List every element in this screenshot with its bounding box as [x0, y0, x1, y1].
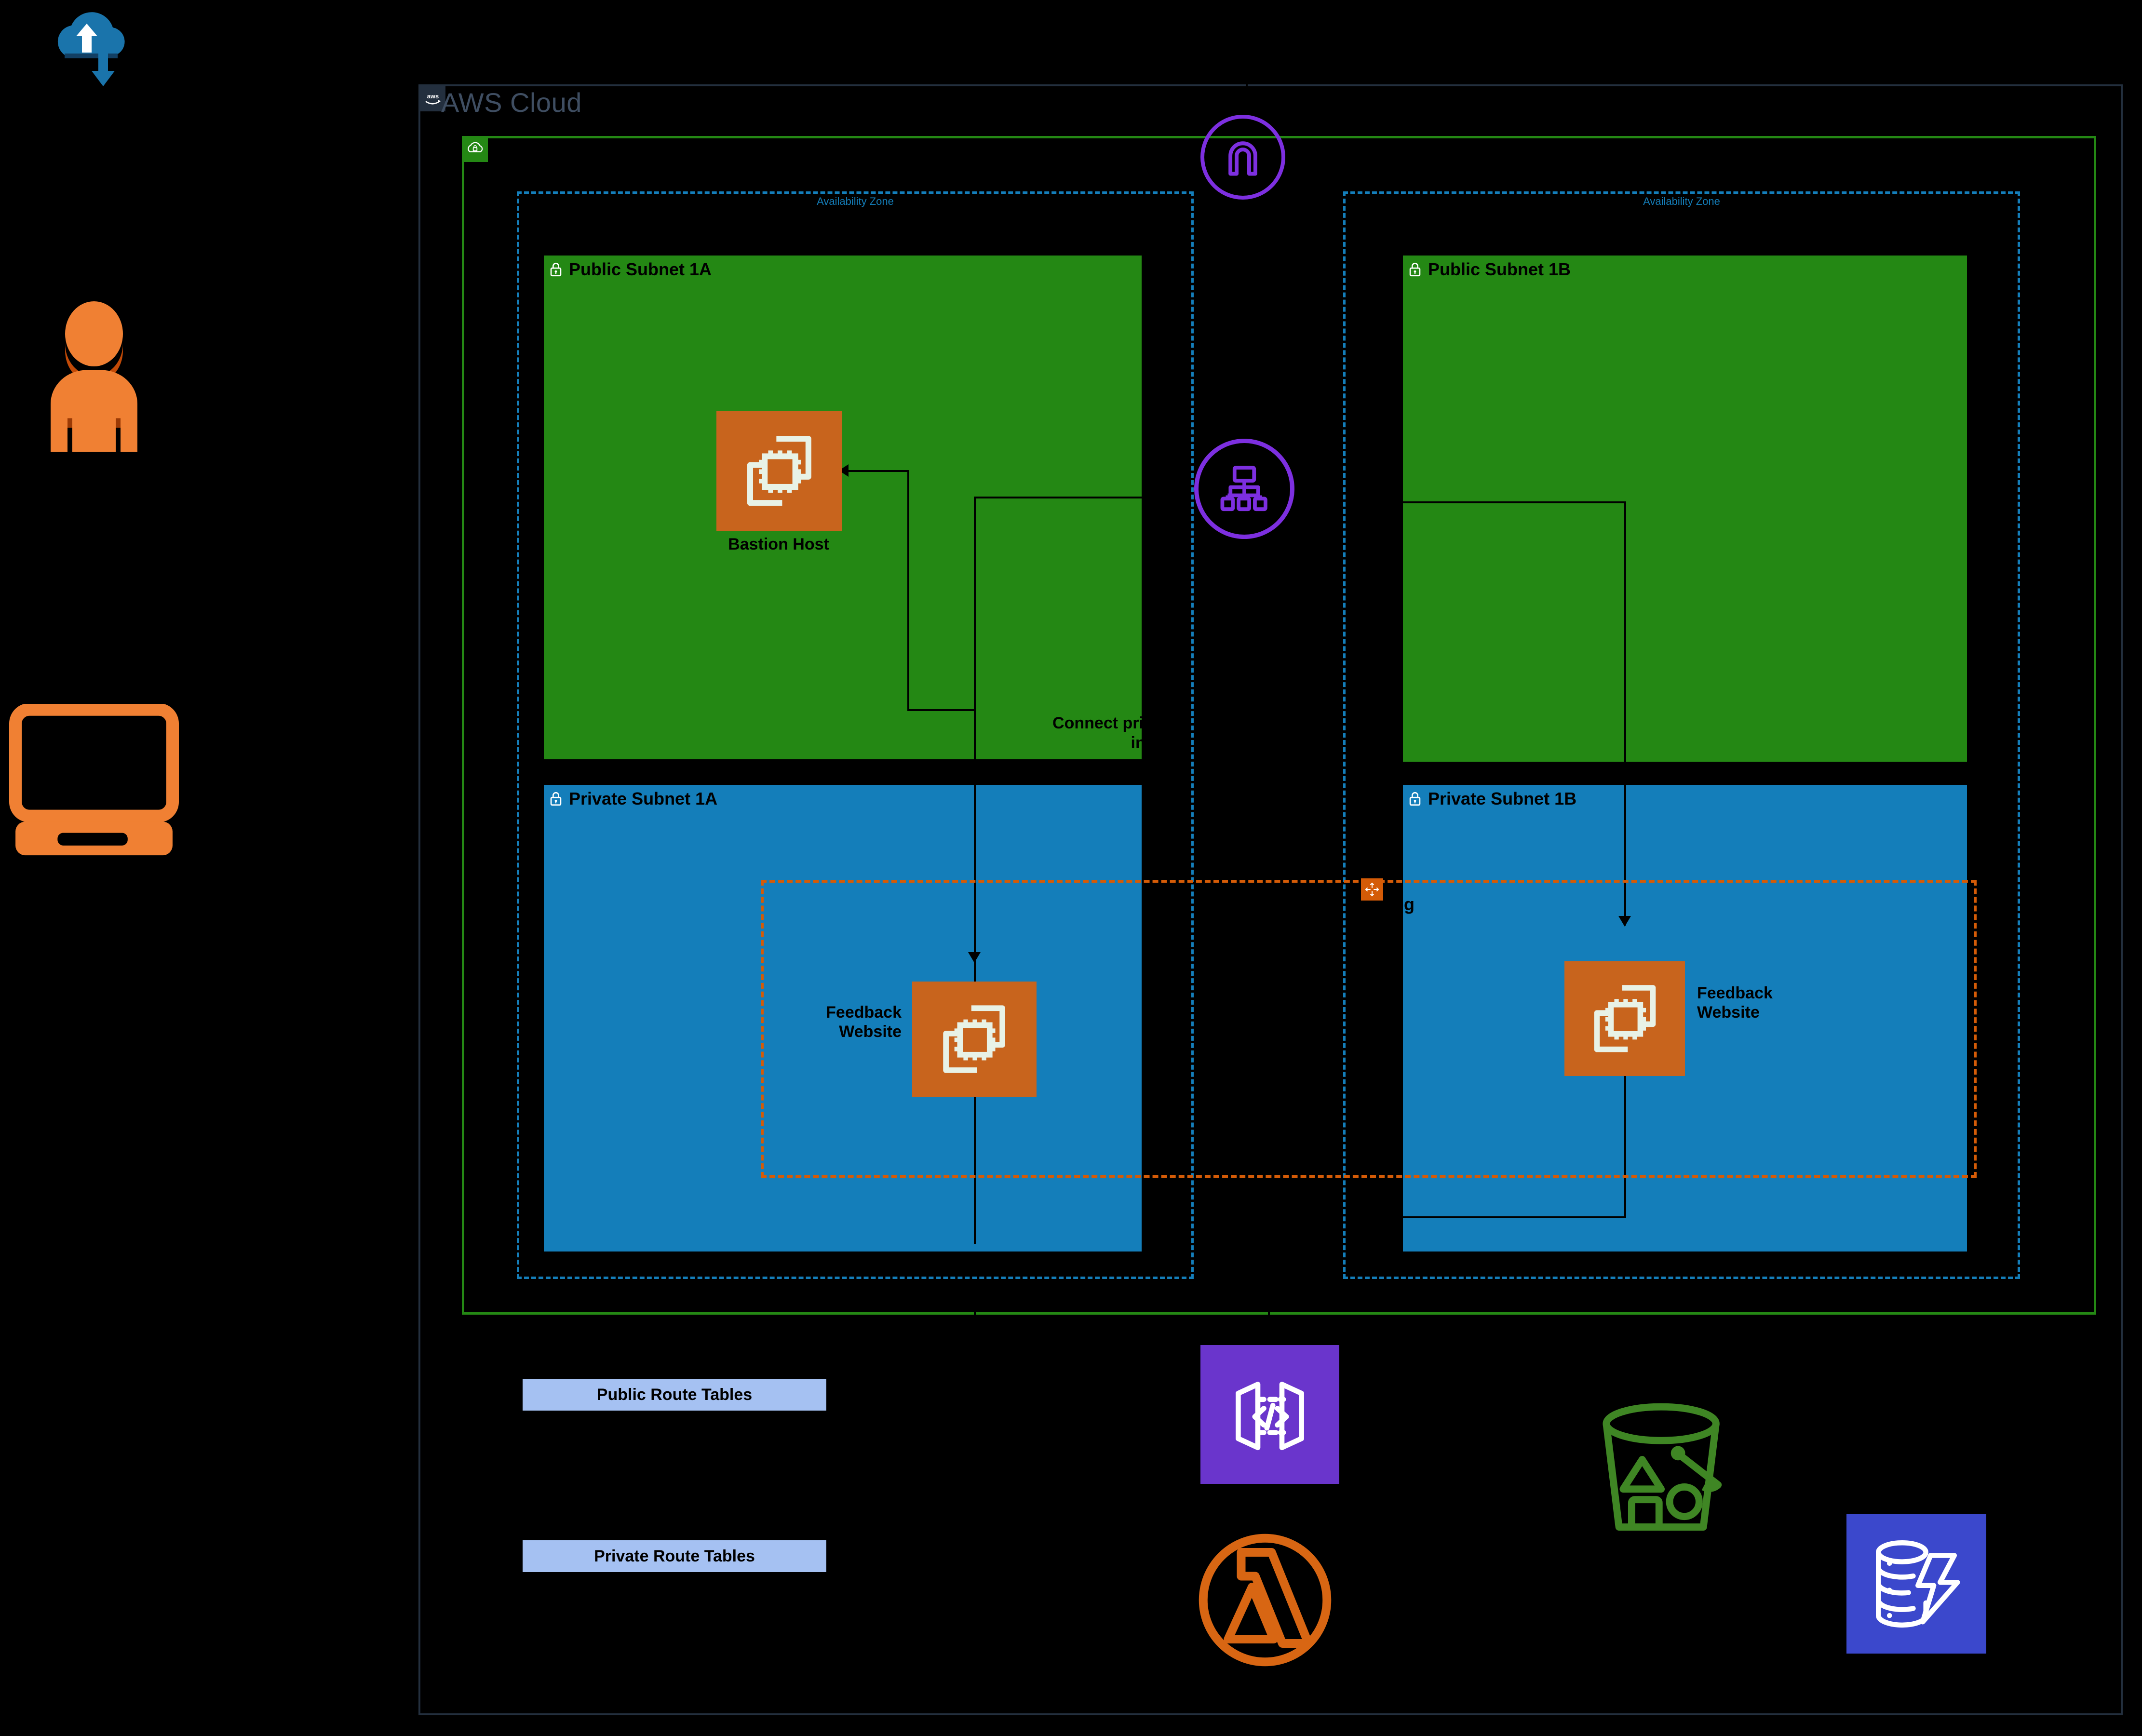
private-subnet-1b-label: Private Subnet 1B	[1428, 789, 1577, 808]
availability-zone-b-label: Availability Zone	[1643, 195, 1720, 207]
public-subnet-1b-label: Public Subnet 1B	[1428, 259, 1571, 279]
lambda-icon[interactable]	[1196, 1531, 1334, 1669]
auto-scaling-group-label: ing	[1388, 894, 1415, 914]
lock-icon	[1409, 262, 1421, 277]
connector-elb-b-h	[1403, 501, 1626, 503]
public-subnet-1b: Public Subnet 1B	[1403, 256, 1967, 762]
connector-vpc-bottom-a	[974, 1310, 976, 1328]
public-subnet-1b-header: Public Subnet 1B	[1403, 256, 1967, 280]
private-subnet-1a-label: Private Subnet 1A	[569, 789, 718, 808]
connector-elb-a-h	[974, 497, 1147, 498]
availability-zone-a-label: Availability Zone	[817, 195, 894, 207]
bastion-host-label: Bastion Host	[728, 535, 829, 553]
public-subnet-1a-label: Public Subnet 1A	[569, 259, 712, 279]
lock-icon	[1409, 792, 1421, 806]
desktop-computer-icon	[7, 703, 181, 858]
nat-note-line2: intern	[1131, 734, 1176, 753]
lock-icon	[550, 792, 562, 806]
nat-note-line1: Connect private	[1052, 714, 1176, 732]
public-route-tables-label[interactable]: Public Route Tables	[523, 1379, 826, 1411]
auto-scaling-icon	[1361, 878, 1383, 901]
private-subnet-1a-header: Private Subnet 1A	[544, 785, 1142, 809]
user-icon	[34, 294, 154, 453]
connector-bastion-v	[907, 470, 909, 711]
auto-scaling-group-boundary	[761, 880, 1977, 1178]
connector-igw-top	[1246, 84, 1248, 118]
svg-text:aws: aws	[427, 93, 439, 100]
connector-bastion-h	[842, 470, 909, 472]
private-subnet-1b-header: Private Subnet 1B	[1403, 785, 1967, 809]
public-subnet-1a: Public Subnet 1A	[544, 256, 1142, 759]
nat-gateway-note: Connect private intern	[974, 713, 1176, 754]
api-gateway-icon[interactable]	[1200, 1345, 1339, 1484]
cloud-sync-icon	[43, 7, 140, 94]
vpc-icon	[462, 136, 488, 162]
connector-bastion-b	[907, 709, 975, 711]
dynamodb-icon[interactable]	[1846, 1514, 1986, 1654]
connector-vpc-bottom-b	[1268, 1310, 1270, 1328]
load-balancer-icon[interactable]	[1194, 439, 1294, 539]
ec2-instance-icon	[747, 436, 811, 506]
connector-elb-to-feedback-b	[1624, 501, 1626, 926]
connector-feedback-b-back	[1403, 1216, 1626, 1218]
internet-gateway-icon[interactable]	[1200, 115, 1285, 200]
public-subnet-1a-header: Public Subnet 1A	[544, 256, 1142, 280]
bastion-host-instance[interactable]	[716, 411, 842, 531]
s3-bucket-icon[interactable]	[1591, 1398, 1736, 1538]
private-route-tables-label[interactable]: Private Route Tables	[523, 1540, 826, 1572]
aws-cloud-label: AWS Cloud	[441, 87, 582, 118]
lock-icon	[550, 262, 562, 277]
